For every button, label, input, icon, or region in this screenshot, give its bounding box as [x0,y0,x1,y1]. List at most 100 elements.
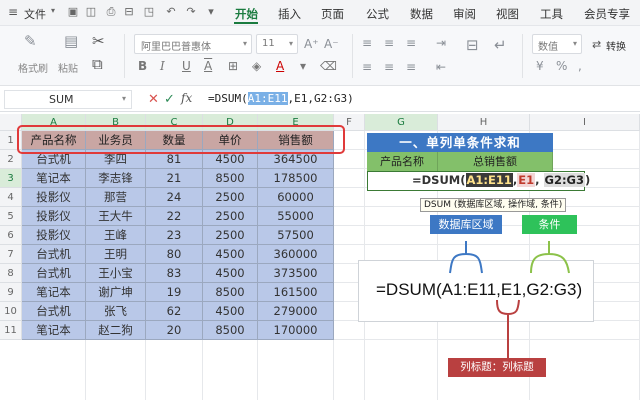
align-left-icon[interactable]: ≡ [362,60,372,75]
spreadsheet-grid[interactable]: A B C D E F G H I 1 2 3 4 5 6 7 8 9 10 11 产品名称 业务员 数量 单价 销售额 台式机李… [0,114,640,400]
table-cell-quantity[interactable]: 22 [146,207,203,226]
active-formula-cell[interactable]: =DSUM(A1:E11,E1, G2:G3) [367,171,590,191]
table-cell-sales-amount[interactable]: 279000 [258,302,334,321]
paste-icon[interactable]: ▤ [64,34,78,49]
table-cell-quantity[interactable]: 23 [146,226,203,245]
table-cell-unit-price[interactable]: 2500 [203,226,258,245]
criteria-header-cell[interactable]: 产品名称 [367,152,438,171]
more-format-icon[interactable]: ▾ [300,59,306,73]
formula-input[interactable]: =DSUM(A1:E11,E1,G2:G3) [208,92,354,105]
table-cell-unit-price[interactable]: 8500 [203,321,258,340]
font-color-icon[interactable]: A [276,59,284,73]
file-menu[interactable]: 文件 [24,6,46,22]
font-size-select[interactable]: 11 ▾ [256,34,298,54]
cut-icon[interactable]: ✂ [92,34,105,49]
thousands-icon[interactable]: , [578,59,582,73]
table-cell-sales-amount[interactable]: 55000 [258,207,334,226]
tab-review[interactable]: 审阅 [453,6,476,22]
column-header-g[interactable]: G [365,114,438,131]
table-cell-quantity[interactable]: 20 [146,321,203,340]
quick-access-more-icon[interactable]: ▾ [204,5,218,19]
redo-icon[interactable]: ↷ [184,5,198,19]
table-cell-salesperson[interactable]: 王峰 [86,226,146,245]
name-box[interactable]: SUM ▾ [4,90,132,109]
table-cell-quantity[interactable]: 80 [146,245,203,264]
table-cell-sales-amount[interactable]: 170000 [258,321,334,340]
align-middle-icon[interactable]: ≡ [384,36,394,51]
row-header-5[interactable]: 5 [0,207,22,226]
table-cell-product-name[interactable]: 笔记本 [22,283,86,302]
table-cell-sales-amount[interactable]: 60000 [258,188,334,207]
convert-icon[interactable]: ⇄ [592,37,601,52]
print-preview-icon[interactable]: ⎙ [104,5,118,19]
table-cell-unit-price[interactable]: 2500 [203,207,258,226]
clear-format-icon[interactable]: ⌫ [320,59,337,73]
row-header-6[interactable]: 6 [0,226,22,245]
tab-member[interactable]: 会员专享 [584,6,630,22]
table-cell-salesperson[interactable]: 李志锋 [86,169,146,188]
table-cell-product-name[interactable]: 台式机 [22,245,86,264]
align-bottom-icon[interactable]: ≡ [406,36,416,51]
table-cell-quantity[interactable]: 24 [146,188,203,207]
table-cell-salesperson[interactable]: 张飞 [86,302,146,321]
table-cell-quantity[interactable]: 19 [146,283,203,302]
chevron-down-icon[interactable]: ▾ [122,94,126,103]
row-header-3[interactable]: 3 [0,169,22,188]
tab-formulas[interactable]: 公式 [366,6,389,22]
tab-view[interactable]: 视图 [496,6,519,22]
table-cell-sales-amount[interactable]: 178500 [258,169,334,188]
currency-icon[interactable]: ¥ [536,59,544,73]
table-cell-unit-price[interactable]: 4500 [203,264,258,283]
table-cell-salesperson[interactable]: 那营 [86,188,146,207]
cancel-icon[interactable]: ✕ [148,92,159,107]
column-header-h[interactable]: H [438,114,530,131]
table-cell-sales-amount[interactable]: 161500 [258,283,334,302]
tab-tools[interactable]: 工具 [540,6,563,22]
italic-icon[interactable]: I [160,59,165,73]
result-header-cell[interactable]: 总销售额 [438,152,553,171]
wrap-text-icon[interactable]: ↵ [494,38,507,53]
row-header-11[interactable]: 11 [0,321,22,340]
merge-cells-icon[interactable]: ⊟ [466,38,479,53]
borders-icon[interactable]: ⊞ [228,59,238,73]
align-center-icon[interactable]: ≡ [384,60,394,75]
table-cell-product-name[interactable]: 台式机 [22,264,86,283]
format-painter-label[interactable]: 格式刷 [18,60,48,75]
overline-icon[interactable]: A [204,59,212,73]
file-menu-chevron-icon[interactable]: ▾ [51,6,55,15]
convert-label[interactable]: 转换 [606,38,626,53]
table-cell-quantity[interactable]: 21 [146,169,203,188]
save-icon[interactable]: ▣ [66,5,80,19]
tab-insert[interactable]: 插入 [278,6,301,22]
number-format-select[interactable]: 数值 ▾ [532,34,582,54]
indent-icon[interactable]: ⇥ [436,36,446,51]
tab-page[interactable]: 页面 [321,6,344,22]
table-cell-product-name[interactable]: 笔记本 [22,169,86,188]
table-cell-product-name[interactable]: 笔记本 [22,321,86,340]
table-cell-product-name[interactable]: 投影仪 [22,207,86,226]
table-cell-unit-price[interactable]: 8500 [203,169,258,188]
fill-color-icon[interactable]: ◈ [252,59,261,73]
insert-function-icon[interactable]: fx [181,91,192,105]
percent-icon[interactable]: % [556,59,567,73]
table-cell-product-name[interactable]: 投影仪 [22,188,86,207]
table-cell-salesperson[interactable]: 谢广坤 [86,283,146,302]
format-painter-icon[interactable]: ✎ [24,34,37,49]
row-header-8[interactable]: 8 [0,264,22,283]
confirm-icon[interactable]: ✓ [164,92,175,107]
table-cell-sales-amount[interactable]: 57500 [258,226,334,245]
table-cell-salesperson[interactable]: 王大牛 [86,207,146,226]
align-top-icon[interactable]: ≡ [362,36,372,51]
copy-icon[interactable]: ⧉ [92,57,103,72]
hamburger-menu-icon[interactable]: ≡ [8,6,20,18]
table-cell-product-name[interactable]: 台式机 [22,302,86,321]
row-header-9[interactable]: 9 [0,283,22,302]
table-cell-unit-price[interactable]: 4500 [203,245,258,264]
table-cell-quantity[interactable]: 83 [146,264,203,283]
font-family-select[interactable]: 阿里巴巴普惠体 ▾ [134,34,252,54]
column-header-i[interactable]: I [530,114,640,131]
increase-font-icon[interactable]: A⁺ [304,37,319,52]
outdent-icon[interactable]: ⇤ [436,60,446,75]
tab-data[interactable]: 数据 [410,6,433,22]
find-icon[interactable]: ◳ [142,5,156,19]
